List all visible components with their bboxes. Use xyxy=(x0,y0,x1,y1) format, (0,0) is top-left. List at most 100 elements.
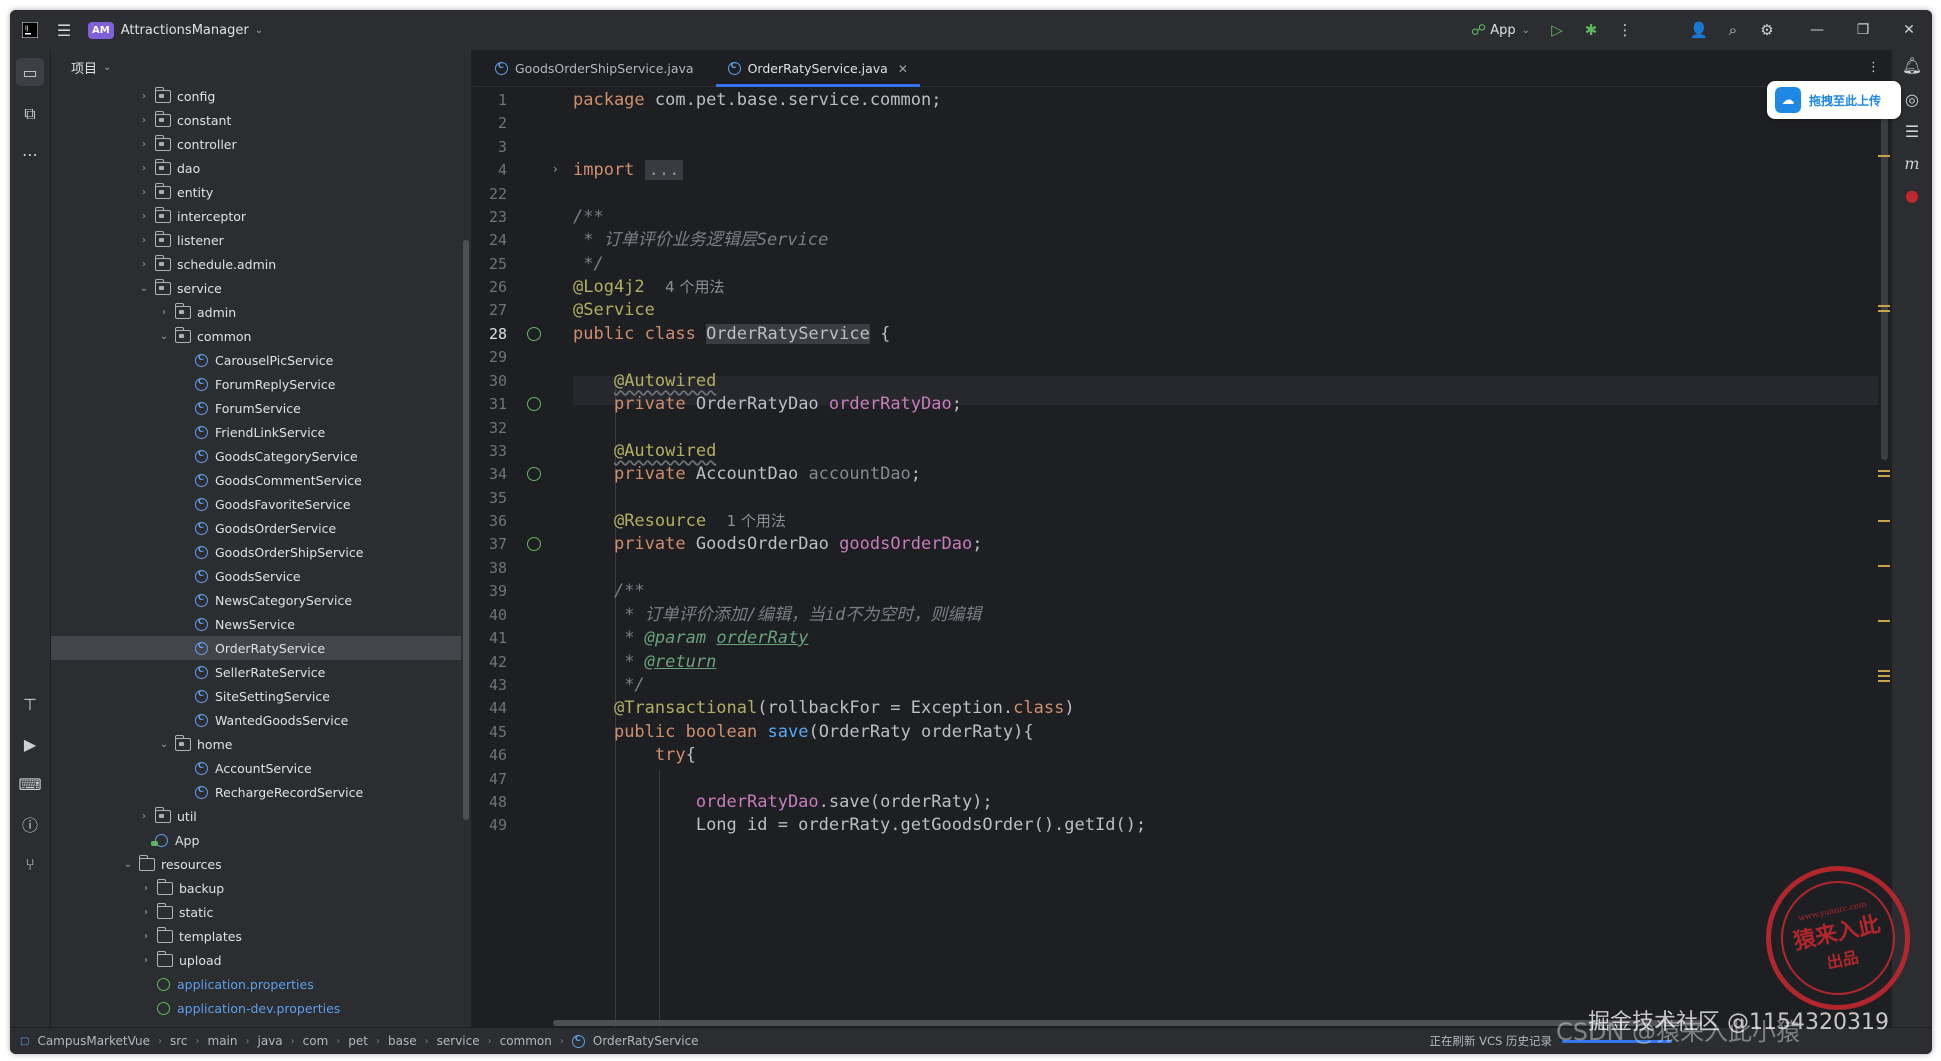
chevron-right-icon[interactable]: › xyxy=(139,883,153,894)
chevron-right-icon[interactable]: › xyxy=(157,307,171,318)
chevron-down-icon[interactable]: ⌄ xyxy=(103,62,111,73)
minimize-icon[interactable]: — xyxy=(1794,22,1840,38)
breadcrumb-item[interactable]: CampusMarketVue xyxy=(37,1034,150,1048)
breadcrumb-item[interactable]: base xyxy=(388,1034,417,1048)
tree-item[interactable]: › entity xyxy=(51,180,461,204)
maven-icon[interactable]: m xyxy=(1900,154,1924,173)
tree-item[interactable]: GoodsCommentService xyxy=(51,468,461,492)
tree-item[interactable]: › admin xyxy=(51,300,461,324)
close-tab-icon[interactable]: ✕ xyxy=(898,62,908,76)
tree-item[interactable]: › backup xyxy=(51,876,461,900)
tree-item[interactable]: RechargeRecordService xyxy=(51,780,461,804)
ide-logo-icon[interactable]: IJ xyxy=(16,16,44,44)
folded-imports[interactable]: ... xyxy=(644,160,684,180)
tree-item[interactable]: › templates xyxy=(51,924,461,948)
tree-item[interactable]: GoodsOrderShipService xyxy=(51,540,461,564)
spring-bean-gutter-icon[interactable] xyxy=(527,537,541,551)
tree-item[interactable]: SiteSettingService xyxy=(51,684,461,708)
fold-chevron-icon[interactable]: › xyxy=(553,162,558,176)
chevron-right-icon[interactable]: › xyxy=(139,955,153,966)
warning-marker[interactable] xyxy=(1878,680,1890,682)
breadcrumb-item[interactable]: service xyxy=(437,1034,480,1048)
chevron-right-icon[interactable]: › xyxy=(137,91,151,102)
editor-horizontal-scrollbar[interactable] xyxy=(553,1020,1702,1026)
plugin-icon[interactable]: ● xyxy=(1900,186,1924,205)
warning-marker[interactable] xyxy=(1878,155,1890,157)
project-folder-icon[interactable]: ▭ xyxy=(16,58,44,86)
tree-item[interactable]: › schedule.admin xyxy=(51,252,461,276)
database-icon[interactable]: ☰ xyxy=(1900,122,1924,141)
warning-marker[interactable] xyxy=(1878,310,1890,312)
restore-icon[interactable]: ❐ xyxy=(1840,22,1886,38)
tree-item[interactable]: GoodsFavoriteService xyxy=(51,492,461,516)
tree-item[interactable]: NewsCategoryService xyxy=(51,588,461,612)
more-tools-icon[interactable]: ⋯ xyxy=(16,140,44,168)
breadcrumb-item[interactable]: common xyxy=(500,1034,552,1048)
tree-item[interactable]: ⌄ home xyxy=(51,732,461,756)
tree-item[interactable]: ⌄ resources xyxy=(51,852,461,876)
tree-item[interactable]: › config xyxy=(51,84,461,108)
tab-goods-order-ship-service[interactable]: GoodsOrderShipService.java xyxy=(483,51,706,86)
problems-icon[interactable]: ⓘ xyxy=(16,810,44,838)
chevron-down-icon[interactable]: ⌄ xyxy=(255,25,263,36)
run-icon[interactable]: ▷ xyxy=(1540,21,1574,39)
tree-item[interactable]: › dao xyxy=(51,156,461,180)
tree-item[interactable]: App xyxy=(51,828,461,852)
tab-options-icon[interactable]: ⋮ xyxy=(1867,60,1880,75)
chevron-down-icon[interactable]: ⌄ xyxy=(137,283,151,294)
tree-item[interactable]: › listener xyxy=(51,228,461,252)
services-icon[interactable]: ▶ xyxy=(16,730,44,758)
upload-button[interactable]: ☁ 拖拽至此上传 xyxy=(1767,81,1901,119)
editor-vertical-scrollbar[interactable] xyxy=(1881,100,1888,460)
close-icon[interactable]: ✕ xyxy=(1886,22,1932,38)
breadcrumb-item[interactable]: pet xyxy=(348,1034,368,1048)
usages-hint[interactable]: 1 个用法 xyxy=(727,512,786,530)
tree-item[interactable]: GoodsService xyxy=(51,564,461,588)
warning-marker[interactable] xyxy=(1878,565,1890,567)
account-icon[interactable]: 👤 xyxy=(1682,21,1716,39)
tree-item[interactable]: GoodsOrderService xyxy=(51,516,461,540)
tree-item[interactable]: application-dev.properties xyxy=(51,996,461,1020)
spring-bean-gutter-icon[interactable] xyxy=(527,397,541,411)
chevron-down-icon[interactable]: ⌄ xyxy=(157,331,171,342)
build-hammer-icon[interactable]: ⊤ xyxy=(16,690,44,718)
warning-marker[interactable] xyxy=(1878,670,1890,672)
tree-item[interactable]: › controller xyxy=(51,132,461,156)
main-menu-icon[interactable]: ☰ xyxy=(50,16,78,44)
git-icon[interactable]: ⑂ xyxy=(16,850,44,878)
tree-item[interactable]: › static xyxy=(51,900,461,924)
warning-marker[interactable] xyxy=(1878,520,1890,522)
chevron-down-icon[interactable]: ⌄ xyxy=(121,859,135,870)
chevron-right-icon[interactable]: › xyxy=(137,235,151,246)
run-config-icon[interactable]: ☍ xyxy=(1471,21,1490,39)
tree-item[interactable]: NewsService xyxy=(51,612,461,636)
structure-icon[interactable]: ⧉ xyxy=(16,100,44,128)
spring-bean-gutter-icon[interactable] xyxy=(527,467,541,481)
tab-order-raty-service[interactable]: OrderRatyService.java ✕ xyxy=(715,51,921,87)
breadcrumb-item[interactable]: java xyxy=(258,1034,283,1048)
tree-item[interactable]: ⌄ service xyxy=(51,276,461,300)
breadcrumb-item[interactable]: main xyxy=(208,1034,238,1048)
search-icon[interactable]: ⌕ xyxy=(1716,21,1750,39)
chevron-right-icon[interactable]: › xyxy=(137,187,151,198)
project-badge[interactable]: AM xyxy=(88,21,114,39)
tree-item[interactable]: OrderRatyService xyxy=(51,636,461,660)
tree-item[interactable]: ForumReplyService xyxy=(51,372,461,396)
tree-item[interactable]: AccountService xyxy=(51,756,461,780)
tree-item[interactable]: GoodsCategoryService xyxy=(51,444,461,468)
tree-item[interactable]: CarouselPicService xyxy=(51,348,461,372)
notifications-bell-icon[interactable]: 🔔︎ xyxy=(1900,56,1924,75)
spring-bean-gutter-icon[interactable] xyxy=(527,327,541,341)
chevron-right-icon[interactable]: › xyxy=(137,163,151,174)
chevron-right-icon[interactable]: › xyxy=(137,259,151,270)
tree-item[interactable]: › interceptor xyxy=(51,204,461,228)
warning-marker[interactable] xyxy=(1878,620,1890,622)
tree-item[interactable]: application.properties xyxy=(51,972,461,996)
chevron-down-icon[interactable]: ⌄ xyxy=(1522,25,1530,36)
chevron-right-icon[interactable]: › xyxy=(137,115,151,126)
terminal-icon[interactable]: ⌨ xyxy=(16,770,44,798)
tree-item[interactable]: ⌄ common xyxy=(51,324,461,348)
tree-item[interactable]: WantedGoodsService xyxy=(51,708,461,732)
settings-gear-icon[interactable]: ⚙ xyxy=(1750,21,1784,39)
project-scrollbar[interactable] xyxy=(463,240,469,820)
